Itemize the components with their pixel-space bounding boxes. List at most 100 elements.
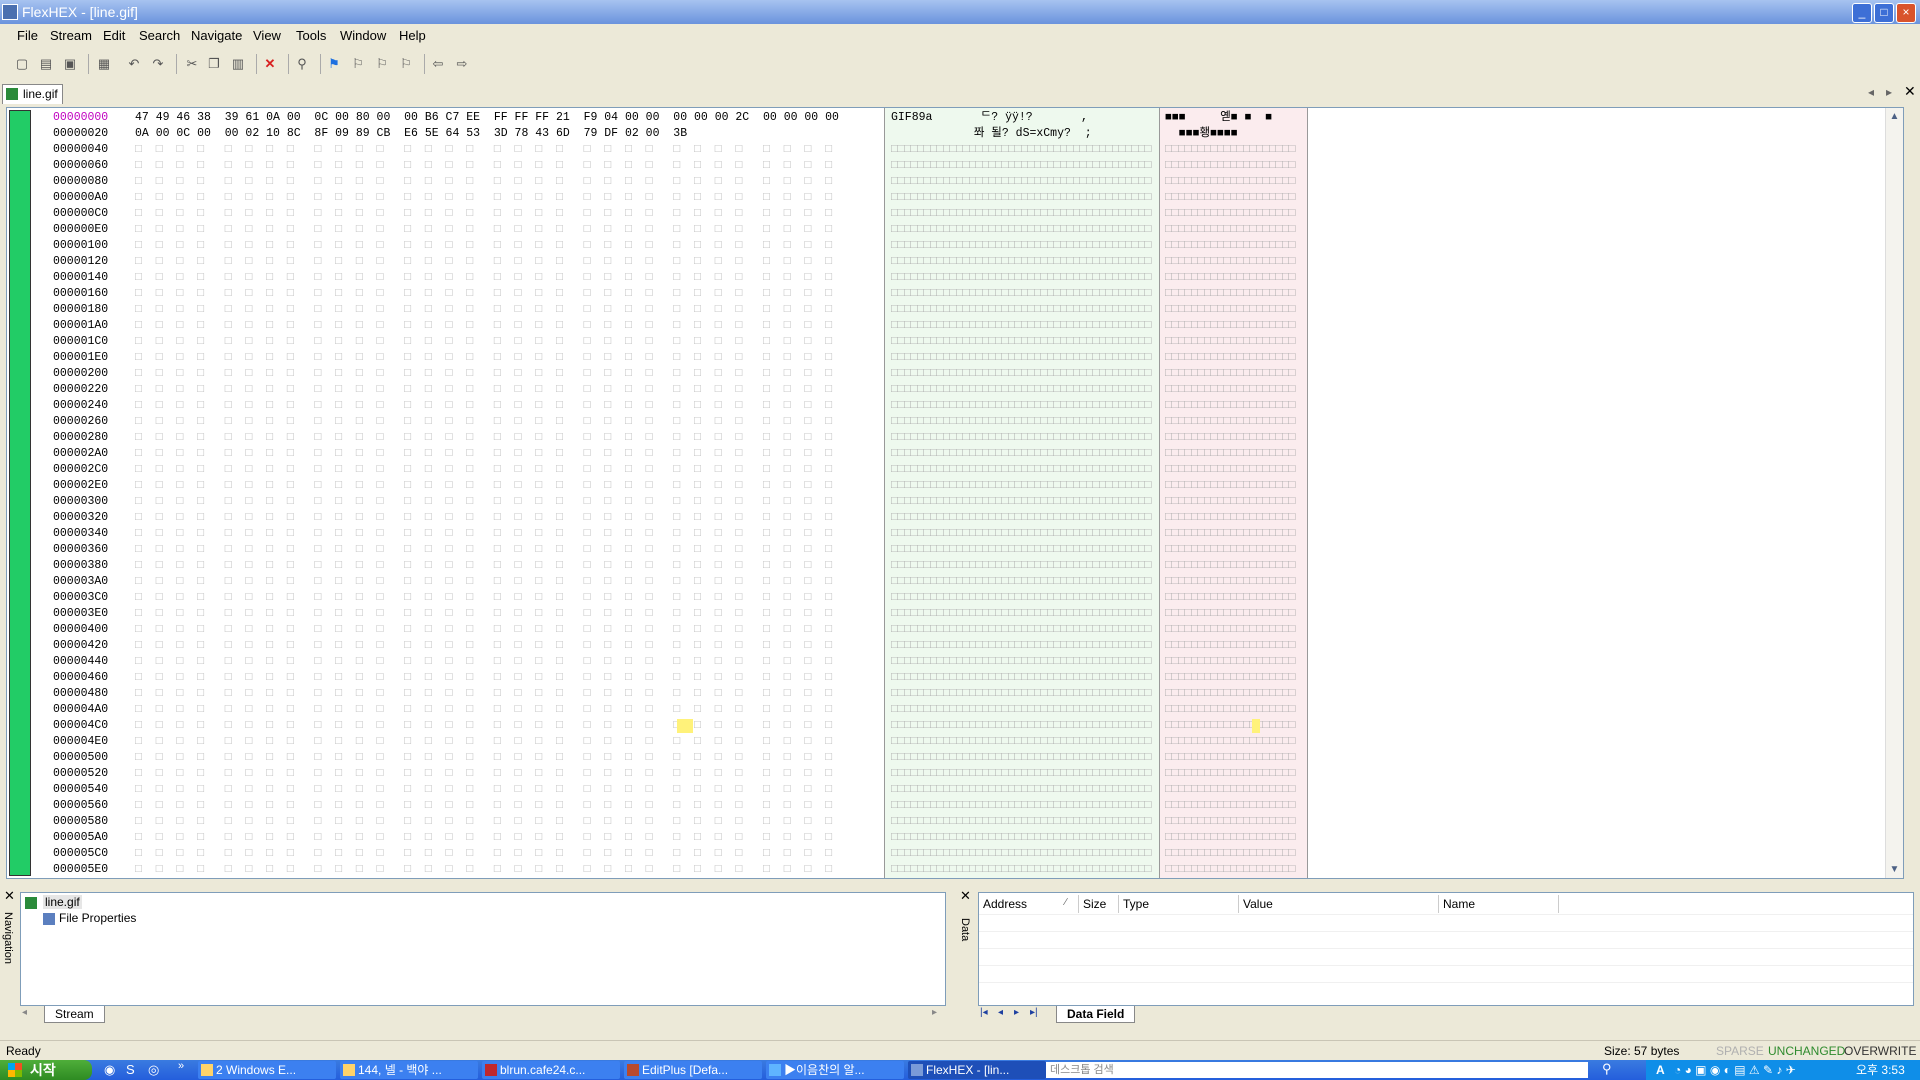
print-icon[interactable]: ▦: [96, 56, 112, 72]
hex-bytes-row[interactable]: □ □ □ □ □ □ □ □ □ □ □ □ □ □ □ □ □ □ □ □ …: [135, 830, 832, 846]
menu-file[interactable]: File: [17, 28, 38, 43]
unicode-row[interactable]: □□□□□□□□□□□□□□□□□□□□: [1165, 398, 1295, 414]
hex-bytes-row[interactable]: 47 49 46 38 39 61 0A 00 0C 00 80 00 00 B…: [135, 110, 839, 126]
hex-bytes-row[interactable]: □ □ □ □ □ □ □ □ □ □ □ □ □ □ □ □ □ □ □ □ …: [135, 814, 832, 830]
hex-bytes-row[interactable]: □ □ □ □ □ □ □ □ □ □ □ □ □ □ □ □ □ □ □ □ …: [135, 670, 832, 686]
unicode-row[interactable]: □□□□□□□□□□□□□□□□□□□□: [1165, 718, 1295, 734]
document-tab[interactable]: line.gif: [2, 84, 63, 104]
hex-bytes-row[interactable]: □ □ □ □ □ □ □ □ □ □ □ □ □ □ □ □ □ □ □ □ …: [135, 606, 832, 622]
unicode-row[interactable]: □□□□□□□□□□□□□□□□□□□□: [1165, 686, 1295, 702]
first-icon[interactable]: |◂: [980, 1007, 988, 1018]
unicode-row[interactable]: □□□□□□□□□□□□□□□□□□□□: [1165, 766, 1295, 782]
paste-icon[interactable]: ▥: [230, 56, 246, 72]
menu-tools[interactable]: Tools: [296, 28, 326, 43]
ascii-row[interactable]: GIF89a ᄃ? ÿÿ!? ,: [891, 110, 1088, 126]
ascii-row[interactable]: □□□□□□□□□□□□□□□□□□□□□□□□□□□□□□□□□□□□□□□□: [891, 542, 1151, 558]
unicode-row[interactable]: □□□□□□□□□□□□□□□□□□□□: [1165, 286, 1295, 302]
unicode-row[interactable]: □□□□□□□□□□□□□□□□□□□□: [1165, 334, 1295, 350]
column-size[interactable]: Size: [1079, 895, 1119, 913]
unicode-row[interactable]: □□□□□□□□□□□□□□□□□□□□: [1165, 750, 1295, 766]
ascii-row[interactable]: □□□□□□□□□□□□□□□□□□□□□□□□□□□□□□□□□□□□□□□□: [891, 414, 1151, 430]
tab-scroll-left-icon[interactable]: ◂: [1868, 85, 1874, 99]
desktop-search-input[interactable]: 데스크톱 검색: [1046, 1062, 1588, 1078]
ascii-row[interactable]: □□□□□□□□□□□□□□□□□□□□□□□□□□□□□□□□□□□□□□□□: [891, 350, 1151, 366]
ascii-row[interactable]: □□□□□□□□□□□□□□□□□□□□□□□□□□□□□□□□□□□□□□□□: [891, 766, 1151, 782]
tab-scroll-left-icon[interactable]: ◂: [22, 1007, 27, 1018]
unicode-row[interactable]: □□□□□□□□□□□□□□□□□□□□: [1165, 526, 1295, 542]
last-icon[interactable]: ▸|: [1030, 1007, 1038, 1018]
menu-edit[interactable]: Edit: [103, 28, 125, 43]
hex-bytes-row[interactable]: □ □ □ □ □ □ □ □ □ □ □ □ □ □ □ □ □ □ □ □ …: [135, 142, 832, 158]
open-icon[interactable]: ▤: [38, 56, 54, 72]
scroll-up-icon[interactable]: ▲: [1886, 108, 1903, 125]
unicode-row[interactable]: □□□□□□□□□□□□□□□□□□□□: [1165, 654, 1295, 670]
hex-bytes-row[interactable]: □ □ □ □ □ □ □ □ □ □ □ □ □ □ □ □ □ □ □ □ …: [135, 622, 832, 638]
quicklaunch-more-icon[interactable]: »: [178, 1060, 184, 1072]
hex-bytes-row[interactable]: □ □ □ □ □ □ □ □ □ □ □ □ □ □ □ □ □ □ □ □ …: [135, 750, 832, 766]
unicode-row[interactable]: □□□□□□□□□□□□□□□□□□□□: [1165, 414, 1295, 430]
ascii-row[interactable]: □□□□□□□□□□□□□□□□□□□□□□□□□□□□□□□□□□□□□□□□: [891, 718, 1151, 734]
ascii-row[interactable]: □□□□□□□□□□□□□□□□□□□□□□□□□□□□□□□□□□□□□□□□: [891, 222, 1151, 238]
ascii-row[interactable]: □□□□□□□□□□□□□□□□□□□□□□□□□□□□□□□□□□□□□□□□: [891, 846, 1151, 862]
ascii-row[interactable]: □□□□□□□□□□□□□□□□□□□□□□□□□□□□□□□□□□□□□□□□: [891, 702, 1151, 718]
ascii-row[interactable]: □□□□□□□□□□□□□□□□□□□□□□□□□□□□□□□□□□□□□□□□: [891, 830, 1151, 846]
task-ftp[interactable]: blrun.cafe24.c...: [482, 1061, 620, 1079]
task-flexhex[interactable]: FlexHEX - [lin...: [908, 1061, 1046, 1079]
quicklaunch-s-icon[interactable]: S: [126, 1062, 135, 1077]
ascii-row[interactable]: □□□□□□□□□□□□□□□□□□□□□□□□□□□□□□□□□□□□□□□□: [891, 862, 1151, 878]
hex-bytes-row[interactable]: □ □ □ □ □ □ □ □ □ □ □ □ □ □ □ □ □ □ □ □ …: [135, 638, 832, 654]
ime-icon[interactable]: A: [1656, 1060, 1665, 1080]
hex-bytes-row[interactable]: □ □ □ □ □ □ □ □ □ □ □ □ □ □ □ □ □ □ □ □ …: [135, 398, 832, 414]
unicode-row[interactable]: □□□□□□□□□□□□□□□□□□□□: [1165, 462, 1295, 478]
column-type[interactable]: Type: [1119, 895, 1239, 913]
hex-bytes-row[interactable]: □ □ □ □ □ □ □ □ □ □ □ □ □ □ □ □ □ □ □ □ …: [135, 766, 832, 782]
hex-bytes-row[interactable]: □ □ □ □ □ □ □ □ □ □ □ □ □ □ □ □ □ □ □ □ …: [135, 382, 832, 398]
hex-bytes-row[interactable]: □ □ □ □ □ □ □ □ □ □ □ □ □ □ □ □ □ □ □ □ …: [135, 574, 832, 590]
unicode-row[interactable]: □□□□□□□□□□□□□□□□□□□□: [1165, 702, 1295, 718]
hex-bytes-row[interactable]: □ □ □ □ □ □ □ □ □ □ □ □ □ □ □ □ □ □ □ □ …: [135, 798, 832, 814]
hex-bytes-row[interactable]: □ □ □ □ □ □ □ □ □ □ □ □ □ □ □ □ □ □ □ □ …: [135, 334, 832, 350]
hex-bytes-row[interactable]: □ □ □ □ □ □ □ □ □ □ □ □ □ □ □ □ □ □ □ □ …: [135, 686, 832, 702]
hex-bytes-row[interactable]: □ □ □ □ □ □ □ □ □ □ □ □ □ □ □ □ □ □ □ □ …: [135, 718, 832, 734]
search-icon[interactable]: ⚲: [1602, 1061, 1612, 1077]
unicode-row[interactable]: □□□□□□□□□□□□□□□□□□□□: [1165, 846, 1295, 862]
unicode-row[interactable]: □□□□□□□□□□□□□□□□□□□□: [1165, 782, 1295, 798]
hex-bytes-row[interactable]: □ □ □ □ □ □ □ □ □ □ □ □ □ □ □ □ □ □ □ □ …: [135, 238, 832, 254]
ascii-row[interactable]: □□□□□□□□□□□□□□□□□□□□□□□□□□□□□□□□□□□□□□□□: [891, 478, 1151, 494]
ascii-row[interactable]: □□□□□□□□□□□□□□□□□□□□□□□□□□□□□□□□□□□□□□□□: [891, 190, 1151, 206]
ascii-row[interactable]: □□□□□□□□□□□□□□□□□□□□□□□□□□□□□□□□□□□□□□□□: [891, 526, 1151, 542]
unicode-row[interactable]: □□□□□□□□□□□□□□□□□□□□: [1165, 734, 1295, 750]
minimize-button[interactable]: _: [1852, 3, 1872, 23]
unicode-row[interactable]: ■■■횅■■■■: [1165, 126, 1238, 142]
tree-item-file-properties[interactable]: File Properties: [59, 911, 136, 925]
ascii-row[interactable]: □□□□□□□□□□□□□□□□□□□□□□□□□□□□□□□□□□□□□□□□: [891, 254, 1151, 270]
menu-view[interactable]: View: [253, 28, 281, 43]
unicode-row[interactable]: □□□□□□□□□□□□□□□□□□□□: [1165, 238, 1295, 254]
ascii-row[interactable]: □□□□□□□□□□□□□□□□□□□□□□□□□□□□□□□□□□□□□□□□: [891, 670, 1151, 686]
find-icon[interactable]: ⚲: [294, 56, 310, 72]
ascii-row[interactable]: □□□□□□□□□□□□□□□□□□□□□□□□□□□□□□□□□□□□□□□□: [891, 638, 1151, 654]
unicode-row[interactable]: □□□□□□□□□□□□□□□□□□□□: [1165, 830, 1295, 846]
unicode-row[interactable]: □□□□□□□□□□□□□□□□□□□□: [1165, 254, 1295, 270]
unicode-row[interactable]: □□□□□□□□□□□□□□□□□□□□: [1165, 574, 1295, 590]
ascii-row[interactable]: □□□□□□□□□□□□□□□□□□□□□□□□□□□□□□□□□□□□□□□□: [891, 622, 1151, 638]
ascii-row[interactable]: □□□□□□□□□□□□□□□□□□□□□□□□□□□□□□□□□□□□□□□□: [891, 734, 1151, 750]
unicode-row[interactable]: □□□□□□□□□□□□□□□□□□□□: [1165, 142, 1295, 158]
hex-bytes-row[interactable]: □ □ □ □ □ □ □ □ □ □ □ □ □ □ □ □ □ □ □ □ …: [135, 414, 832, 430]
ascii-row[interactable]: □□□□□□□□□□□□□□□□□□□□□□□□□□□□□□□□□□□□□□□□: [891, 142, 1151, 158]
unicode-row[interactable]: □□□□□□□□□□□□□□□□□□□□: [1165, 814, 1295, 830]
ascii-row[interactable]: □□□□□□□□□□□□□□□□□□□□□□□□□□□□□□□□□□□□□□□□: [891, 686, 1151, 702]
hex-bytes-row[interactable]: □ □ □ □ □ □ □ □ □ □ □ □ □ □ □ □ □ □ □ □ …: [135, 222, 832, 238]
unicode-row[interactable]: □□□□□□□□□□□□□□□□□□□□: [1165, 494, 1295, 510]
tray-icons[interactable]: ◔ ◕ ▣ ◉ ◐ ▤ ⚠ ✎ ♪ ✈: [1674, 1060, 1796, 1080]
tree-item-file[interactable]: line.gif: [43, 895, 82, 909]
hex-bytes-row[interactable]: □ □ □ □ □ □ □ □ □ □ □ □ □ □ □ □ □ □ □ □ …: [135, 318, 832, 334]
unicode-row[interactable]: □□□□□□□□□□□□□□□□□□□□: [1165, 318, 1295, 334]
unicode-row[interactable]: □□□□□□□□□□□□□□□□□□□□: [1165, 638, 1295, 654]
unicode-row[interactable]: □□□□□□□□□□□□□□□□□□□□: [1165, 606, 1295, 622]
hex-bytes-row[interactable]: □ □ □ □ □ □ □ □ □ □ □ □ □ □ □ □ □ □ □ □ …: [135, 590, 832, 606]
column-value[interactable]: Value: [1239, 895, 1439, 913]
hex-bytes-row[interactable]: □ □ □ □ □ □ □ □ □ □ □ □ □ □ □ □ □ □ □ □ …: [135, 366, 832, 382]
close-navigation-icon[interactable]: ✕: [4, 888, 15, 904]
ascii-row[interactable]: □□□□□□□□□□□□□□□□□□□□□□□□□□□□□□□□□□□□□□□□: [891, 334, 1151, 350]
